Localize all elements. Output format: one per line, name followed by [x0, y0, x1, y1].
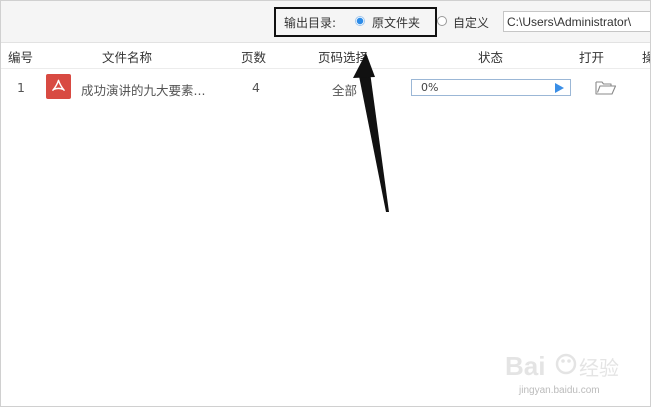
table-row[interactable]: 1 成功演讲的九大要素... 4 全部 0% [1, 71, 650, 105]
table-header: 编号 文件名称 页数 页码选择 状态 打开 操 [1, 43, 650, 69]
row-file-name: 成功演讲的九大要素... [81, 83, 206, 98]
row-index: 1 [17, 80, 25, 95]
row-pages: 4 [252, 80, 260, 95]
header-status: 状态 [478, 50, 504, 65]
radio-custom-label[interactable]: 自定义 [453, 14, 489, 31]
header-open: 打开 [579, 50, 605, 65]
watermark-brand-cn: 经验 [579, 356, 619, 380]
header-index: 编号 [8, 50, 34, 65]
radio-original-folder-label[interactable]: 原文件夹 [372, 14, 420, 31]
app-window: 输出目录: 原文件夹 自定义 编号 文件名称 页数 页码选择 状态 打开 操 1… [0, 0, 651, 407]
radio-custom[interactable] [437, 16, 447, 26]
conversion-progress-bar: 0% [411, 79, 571, 96]
output-toolbar: 输出目录: 原文件夹 自定义 [1, 1, 650, 43]
pdf-file-icon [46, 74, 71, 99]
watermark-brand: Bai [505, 351, 545, 381]
watermark-url: jingyan.baidu.com [519, 385, 600, 396]
play-icon[interactable] [555, 83, 564, 93]
header-actions: 操 [642, 47, 650, 66]
output-directory-label: 输出目录: [284, 16, 337, 30]
header-page-selection: 页码选择 [318, 50, 369, 65]
radio-original-folder[interactable] [355, 16, 365, 26]
folder-open-icon[interactable] [595, 79, 617, 100]
row-page-selection[interactable]: 全部 [332, 80, 357, 99]
header-pages: 页数 [241, 50, 267, 65]
header-file-name: 文件名称 [102, 50, 153, 65]
output-path-input[interactable] [503, 11, 650, 32]
progress-text: 0% [421, 81, 439, 94]
